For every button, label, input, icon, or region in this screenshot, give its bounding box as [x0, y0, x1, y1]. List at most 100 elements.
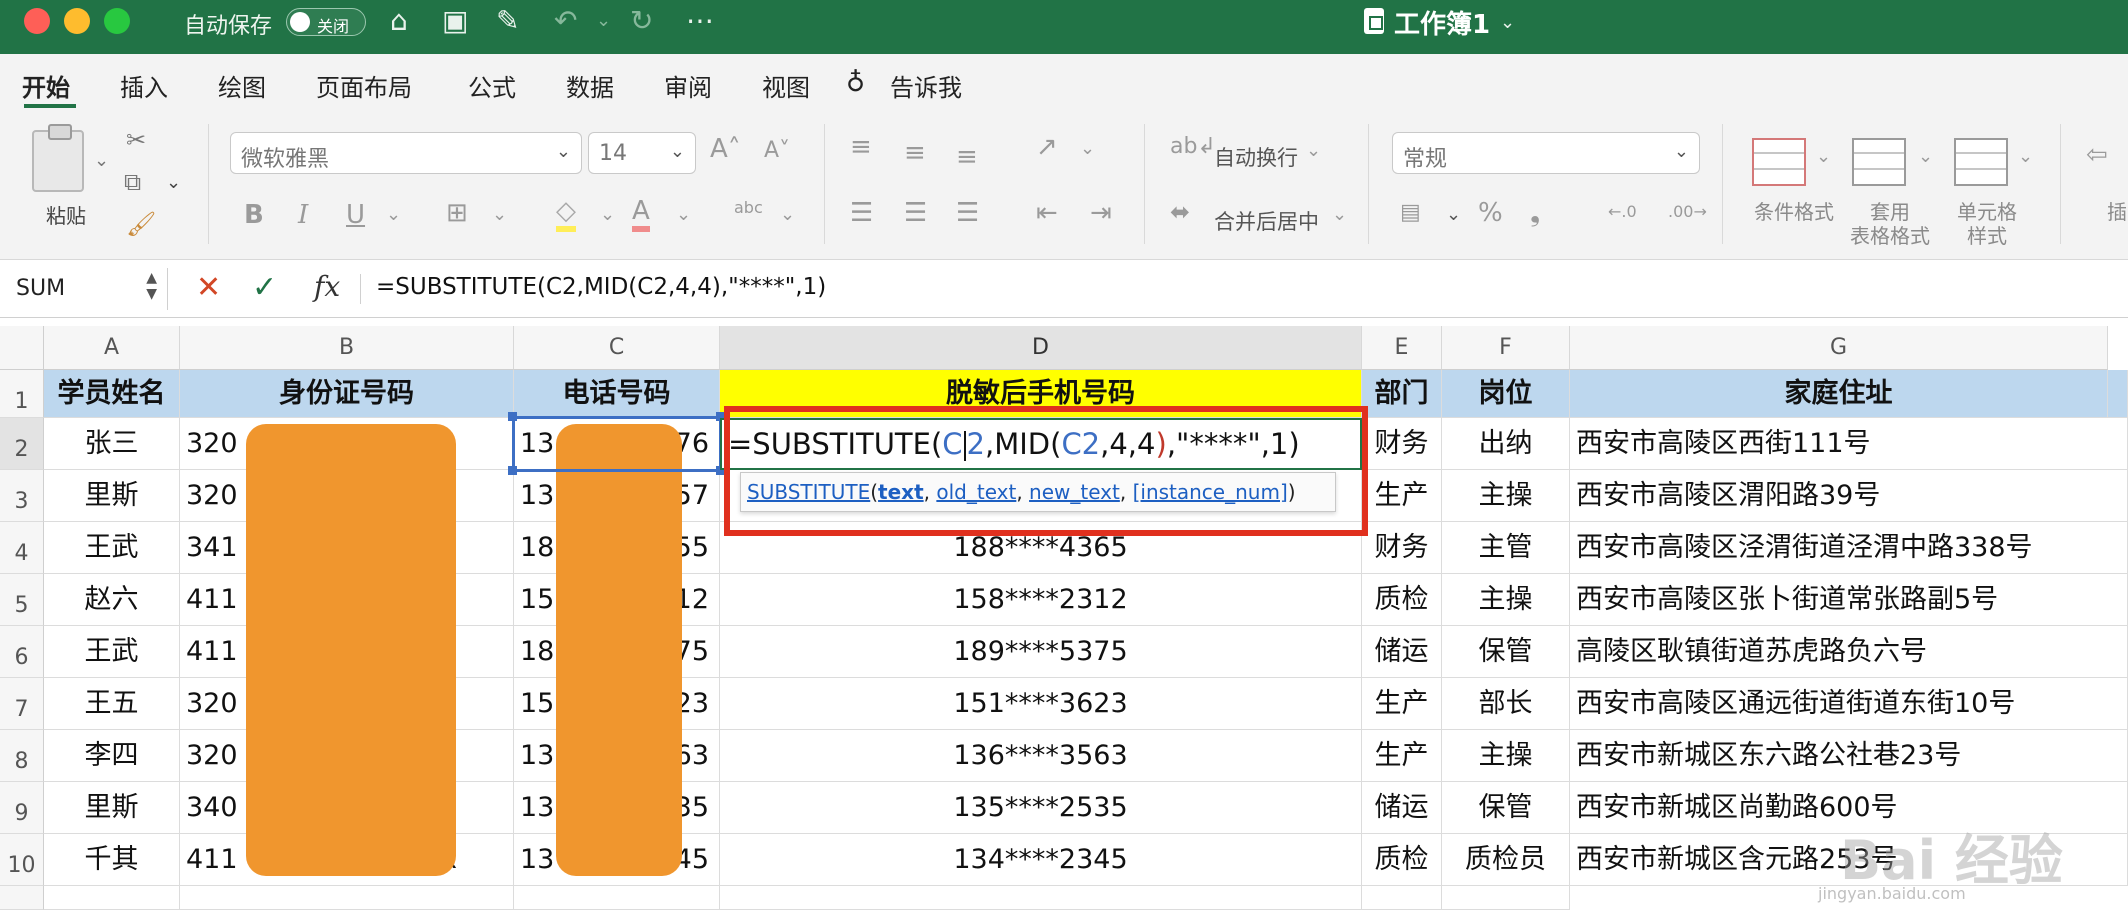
- tab-draw[interactable]: 绘图: [218, 68, 266, 103]
- redo-icon[interactable]: ↻: [630, 4, 653, 38]
- close-window-button[interactable]: [24, 8, 50, 34]
- empty-cell[interactable]: [44, 886, 180, 910]
- copy-dropdown-icon[interactable]: ⌄: [166, 172, 181, 193]
- header-cell-dept[interactable]: 部门: [1362, 370, 1442, 418]
- paste-dropdown-icon[interactable]: ⌄: [94, 150, 109, 171]
- empty-cell[interactable]: [514, 886, 720, 910]
- align-middle-icon[interactable]: ≡: [904, 138, 926, 168]
- table-cell[interactable]: 质检: [1362, 834, 1442, 886]
- table-cell[interactable]: 储运: [1362, 626, 1442, 678]
- decrease-indent-icon[interactable]: ⇤: [1036, 198, 1058, 228]
- table-cell[interactable]: 质检: [1362, 574, 1442, 626]
- save-icon[interactable]: ▣: [442, 4, 468, 38]
- row-header[interactable]: 9: [0, 782, 44, 834]
- font-size-select[interactable]: 14 ⌄: [588, 132, 696, 174]
- increase-font-icon[interactable]: A˄: [710, 134, 741, 164]
- undo-dropdown-icon[interactable]: ⌄: [596, 4, 611, 38]
- confirm-formula-icon[interactable]: ✓: [252, 270, 277, 305]
- format-painter-icon[interactable]: 🖌: [126, 210, 156, 238]
- formula-input[interactable]: =SUBSTITUTE(C2,MID(C2,4,4),"****",1): [376, 274, 826, 300]
- undo-icon[interactable]: ↶: [554, 4, 577, 38]
- row-header[interactable]: 6: [0, 626, 44, 678]
- minimize-window-button[interactable]: [64, 8, 90, 34]
- row-header[interactable]: 4: [0, 522, 44, 574]
- underline-dropdown-icon[interactable]: ⌄: [386, 204, 401, 225]
- table-cell[interactable]: 王武: [44, 626, 180, 678]
- orientation-dropdown-icon[interactable]: ⌄: [1080, 138, 1095, 159]
- table-cell[interactable]: 西安市高陵区泾渭街道泾渭中路338号: [1570, 522, 2128, 574]
- paste-icon[interactable]: [32, 124, 84, 192]
- bold-icon[interactable]: B: [244, 200, 264, 230]
- table-cell[interactable]: 西安市新城区东六路公社巷23号: [1570, 730, 2128, 782]
- tab-home[interactable]: 开始: [22, 68, 70, 103]
- table-cell[interactable]: 保管: [1442, 782, 1570, 834]
- table-cell[interactable]: 李四: [44, 730, 180, 782]
- row-header[interactable]: 7: [0, 678, 44, 730]
- decrease-decimal-icon[interactable]: .00→: [1668, 202, 1707, 221]
- row-header[interactable]: 2: [0, 418, 44, 470]
- table-cell[interactable]: 生产: [1362, 730, 1442, 782]
- empty-cell[interactable]: [720, 886, 1362, 910]
- table-cell[interactable]: 西安市高陵区通远街道街道东街10号: [1570, 678, 2128, 730]
- comma-icon[interactable]: ❟: [1530, 198, 1540, 229]
- table-cell[interactable]: 赵六: [44, 574, 180, 626]
- table-cell[interactable]: 质检员: [1442, 834, 1570, 886]
- table-cell[interactable]: 张三: [44, 418, 180, 470]
- borders-icon[interactable]: ⊞: [446, 198, 468, 228]
- column-header-e[interactable]: E: [1362, 326, 1442, 370]
- column-header-b[interactable]: B: [180, 326, 514, 370]
- selection-handle[interactable]: [508, 412, 517, 421]
- table-cell[interactable]: 西安市高陵区西街111号: [1570, 418, 2128, 470]
- fill-color-icon[interactable]: ◇: [556, 196, 576, 232]
- header-cell-post[interactable]: 岗位: [1442, 370, 1570, 418]
- row-header-partial[interactable]: [0, 886, 44, 910]
- table-cell[interactable]: 里斯: [44, 782, 180, 834]
- cell-style-label[interactable]: 单元格 样式: [1944, 200, 2030, 248]
- tab-insert[interactable]: 插入: [120, 68, 168, 103]
- header-cell-name[interactable]: 学员姓名: [44, 370, 180, 418]
- masked-phone-cell[interactable]: 136****3563: [720, 730, 1362, 782]
- home-icon[interactable]: ⌂: [390, 4, 408, 38]
- column-header-d[interactable]: D: [720, 326, 1362, 370]
- phonetic-dropdown-icon[interactable]: ⌄: [780, 204, 795, 225]
- row-header[interactable]: 10: [0, 834, 44, 886]
- align-top-icon[interactable]: ≡: [850, 132, 872, 162]
- table-cell[interactable]: 王武: [44, 522, 180, 574]
- tab-formulas[interactable]: 公式: [468, 68, 516, 103]
- table-cell[interactable]: 出纳: [1442, 418, 1570, 470]
- font-color-icon[interactable]: A: [632, 196, 650, 232]
- document-title[interactable]: 工作簿1: [1394, 4, 1490, 41]
- row-header[interactable]: 3: [0, 470, 44, 522]
- format-as-table-dropdown-icon[interactable]: ⌄: [1918, 146, 1933, 167]
- copy-icon[interactable]: ⧉: [124, 168, 141, 196]
- insert-cells-label[interactable]: 插: [2106, 200, 2128, 224]
- table-cell[interactable]: 西安市高陵区张卜街道常张路副5号: [1570, 574, 2128, 626]
- wrap-text-label[interactable]: 自动换行: [1214, 142, 1298, 172]
- table-cell[interactable]: 主操: [1442, 730, 1570, 782]
- zoom-window-button[interactable]: [104, 8, 130, 34]
- table-cell[interactable]: 生产: [1362, 678, 1442, 730]
- tab-data[interactable]: 数据: [566, 68, 614, 103]
- align-center-icon[interactable]: ☰: [904, 198, 927, 228]
- name-box[interactable]: SUM ▲ ▼: [0, 268, 168, 310]
- table-cell[interactable]: 部长: [1442, 678, 1570, 730]
- cell-style-icon[interactable]: [1954, 138, 2008, 186]
- tab-page-layout[interactable]: 页面布局: [316, 68, 412, 103]
- name-box-stepper-icon[interactable]: ▲ ▼: [146, 270, 157, 302]
- insert-function-icon[interactable]: fx: [314, 270, 340, 303]
- align-right-icon[interactable]: ☰: [956, 198, 979, 228]
- font-name-select[interactable]: 微软雅黑 ⌄: [230, 132, 582, 174]
- masked-phone-cell[interactable]: 189****5375: [720, 626, 1362, 678]
- table-cell[interactable]: 保管: [1442, 626, 1570, 678]
- table-cell[interactable]: 生产: [1362, 470, 1442, 522]
- merge-center-label[interactable]: 合并后居中: [1214, 206, 1319, 236]
- empty-cell[interactable]: [180, 886, 514, 910]
- tab-tell-me[interactable]: 告诉我: [890, 68, 962, 103]
- table-cell[interactable]: 储运: [1362, 782, 1442, 834]
- table-cell[interactable]: 财务: [1362, 418, 1442, 470]
- row-header[interactable]: 8: [0, 730, 44, 782]
- header-cell-id[interactable]: 身份证号码: [180, 370, 514, 418]
- align-bottom-icon[interactable]: ≡: [956, 142, 978, 172]
- table-cell[interactable]: 王五: [44, 678, 180, 730]
- number-format-select[interactable]: 常规 ⌄: [1392, 132, 1700, 174]
